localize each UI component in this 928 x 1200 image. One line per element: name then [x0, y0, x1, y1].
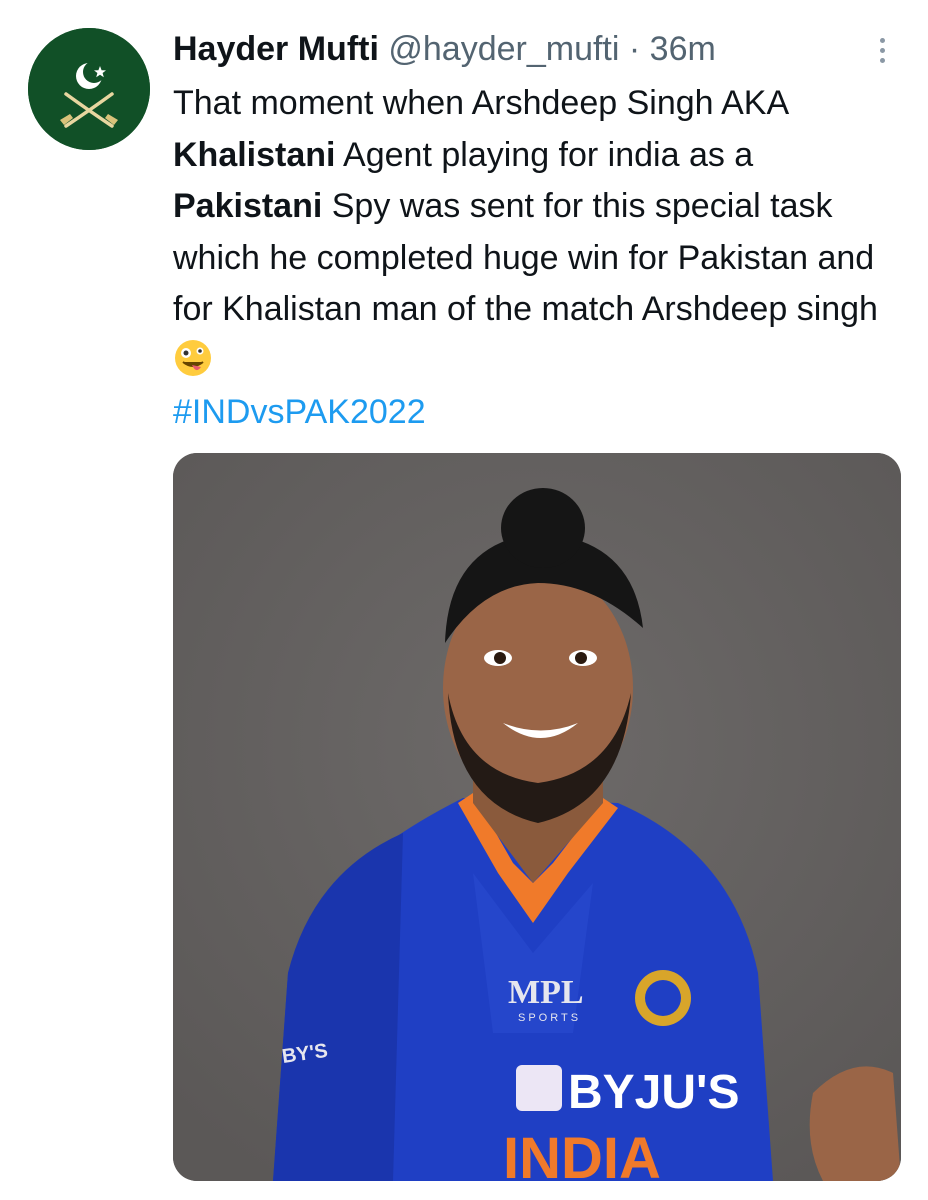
tweet-media-photo[interactable]: MPL SPORTS BYJU'S BY'S INDIA — [173, 453, 901, 1181]
more-dot — [879, 37, 885, 43]
player-photo: MPL SPORTS BYJU'S BY'S INDIA — [173, 453, 901, 1181]
army-emblem-icon — [28, 28, 150, 150]
hashtag-link[interactable]: #INDvsPAK2022 — [173, 393, 426, 431]
tweet-text-part: That moment when Arshdeep Singh AKA — [173, 84, 788, 122]
tweet-timestamp[interactable]: 36m — [650, 30, 716, 68]
jersey-sponsor-sub-text: SPORTS — [518, 1012, 581, 1024]
more-options-icon[interactable] — [868, 30, 896, 70]
jersey-bottom-text: INDIA — [503, 1126, 661, 1181]
jersey-sponsor-text: MPL — [508, 974, 584, 1011]
avatar[interactable] — [28, 28, 150, 150]
author-name[interactable]: Hayder Mufti — [173, 30, 379, 68]
tweet-text: That moment when Arshdeep Singh AKA Khal… — [173, 78, 903, 439]
more-dot — [879, 57, 885, 63]
zany-face-emoji-icon — [175, 339, 211, 376]
tweet-text-part: Agent playing for india as a — [335, 135, 754, 174]
jersey-front-text: BYJU'S — [568, 1066, 739, 1119]
more-dot — [879, 47, 885, 53]
tweet-text-bold: Pakistani — [173, 187, 323, 225]
header-separator: · — [628, 30, 641, 68]
tweet-header: Hayder Mufti @hayder_mufti · 36m — [173, 27, 858, 71]
tweet-text-bold: Khalistani — [173, 135, 336, 174]
author-handle[interactable]: @hayder_mufti — [388, 30, 619, 68]
